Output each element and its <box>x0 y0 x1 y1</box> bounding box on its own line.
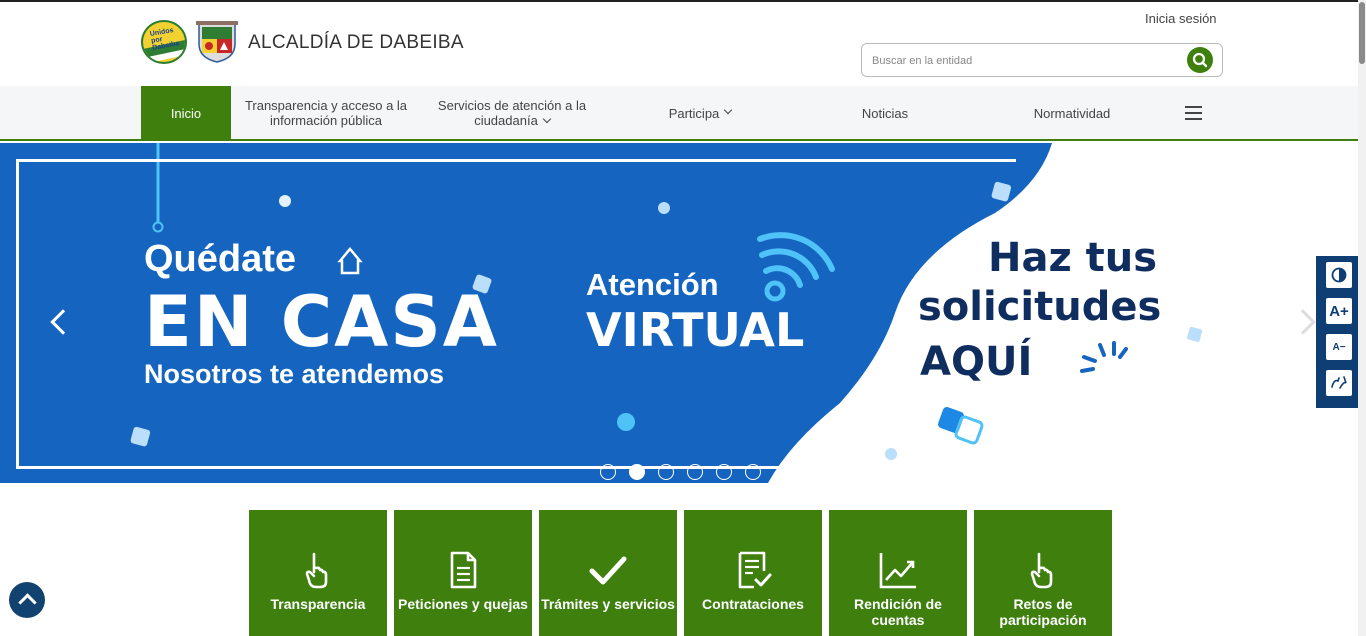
nav-item-servicios[interactable]: Servicios de atención a la ciudadanía <box>424 86 600 140</box>
increase-font-label: A+ <box>1329 302 1349 320</box>
back-to-top-button[interactable] <box>9 582 45 618</box>
contrast-icon <box>1331 267 1347 283</box>
chevron-down-icon <box>542 114 552 124</box>
sign-language-button[interactable] <box>1326 370 1352 396</box>
hamburger-icon[interactable] <box>1185 106 1202 120</box>
banner-virtual: VIRTUAL <box>586 303 805 357</box>
card-retos[interactable]: Retos de participación <box>974 510 1112 636</box>
nav-item-normatividad[interactable]: Normatividad <box>1010 86 1134 140</box>
search-icon <box>1192 52 1208 68</box>
carousel-dot[interactable] <box>745 464 761 480</box>
carousel-next-button[interactable] <box>1290 309 1316 335</box>
nav-item-label: Normatividad <box>1033 105 1111 121</box>
banner-subline: Nosotros te atendemos <box>144 359 445 389</box>
decrease-font-button[interactable]: A− <box>1326 334 1352 360</box>
decor-square-icon <box>1187 326 1203 342</box>
entity-name[interactable]: ALCALDÍA DE DABEIBA <box>248 32 464 54</box>
card-label: Peticiones y quejas <box>398 596 528 612</box>
scrollbar-thumb[interactable] <box>1359 2 1365 64</box>
contrast-button[interactable] <box>1326 262 1352 288</box>
increase-font-button[interactable]: A+ <box>1326 298 1352 324</box>
banner-atencion: Atención <box>586 267 719 302</box>
nav-item-label: Inicio <box>170 105 202 121</box>
site-header: Unidos por Dabeiba ALCALDÍA DE DABEIBA I… <box>0 2 1358 86</box>
banner-aqui: AQUÍ <box>920 339 1033 385</box>
search-button[interactable] <box>1187 47 1213 73</box>
nav-item-label: Servicios de atención a la ciudadanía <box>437 98 587 128</box>
trend-chart-icon <box>879 553 916 589</box>
page-scrollbar[interactable] <box>1358 0 1366 636</box>
carousel-dot[interactable] <box>716 464 732 480</box>
carousel-dot-active[interactable] <box>629 464 645 480</box>
hero-carousel: Quédate EN CASA Nosotros te atendemos At… <box>0 143 1358 483</box>
carousel-dot[interactable] <box>687 464 703 480</box>
card-label: Retos de participación <box>999 596 1087 628</box>
decrease-font-label: A− <box>1332 341 1346 353</box>
card-label: Rendición de cuentas <box>854 596 942 628</box>
banner-solicitudes: solicitudes <box>918 284 1162 330</box>
card-contrataciones[interactable]: Contrataciones <box>684 510 822 636</box>
nav-item-noticias[interactable]: Noticias <box>830 86 940 140</box>
pointing-hand-icon <box>305 552 328 589</box>
coat-of-arms-icon <box>196 21 238 63</box>
nav-item-label: Transparencia y acceso a la información … <box>244 98 408 128</box>
click-burst-icon <box>1080 341 1128 373</box>
card-rendicion[interactable]: Rendición de cuentas <box>829 510 967 636</box>
document-icon <box>450 551 477 589</box>
nav-item-participa[interactable]: Participa <box>640 86 760 140</box>
search-input[interactable] <box>872 51 1172 71</box>
carousel-dot[interactable] <box>658 464 674 480</box>
accessibility-toolbar: A+ A− <box>1316 256 1360 408</box>
card-transparencia[interactable]: Transparencia <box>249 510 387 636</box>
nav-item-label: Participa <box>668 105 720 121</box>
card-label: Contrataciones <box>702 596 804 612</box>
carousel-dot[interactable] <box>600 464 616 480</box>
login-link[interactable]: Inicia sesión <box>1145 11 1217 26</box>
carousel-indicators <box>600 464 761 480</box>
chevron-down-icon <box>724 105 733 115</box>
banner-headline: EN CASA <box>144 281 499 363</box>
nav-item-transparencia[interactable]: Transparencia y acceso a la información … <box>240 86 412 140</box>
banner-kicker: Quédate <box>144 238 297 280</box>
search-box <box>861 43 1223 77</box>
municipality-logo[interactable]: Unidos por Dabeiba <box>141 20 187 64</box>
banner-haz-tus: Haz tus <box>988 235 1158 281</box>
pointing-hand-icon <box>1030 552 1053 589</box>
card-label: Trámites y servicios <box>541 596 675 612</box>
nav-item-label: Noticias <box>861 105 909 121</box>
card-label: Transparencia <box>270 596 366 612</box>
main-navigation: Inicio Transparencia y acceso a la infor… <box>0 86 1358 141</box>
sign-language-icon <box>1331 376 1347 389</box>
decor-dot-icon <box>885 448 897 460</box>
card-tramites[interactable]: Trámites y servicios <box>539 510 677 636</box>
card-peticiones[interactable]: Peticiones y quejas <box>394 510 532 636</box>
nav-item-inicio[interactable]: Inicio <box>141 86 231 140</box>
checklist-icon <box>738 551 772 589</box>
check-icon <box>589 556 627 585</box>
